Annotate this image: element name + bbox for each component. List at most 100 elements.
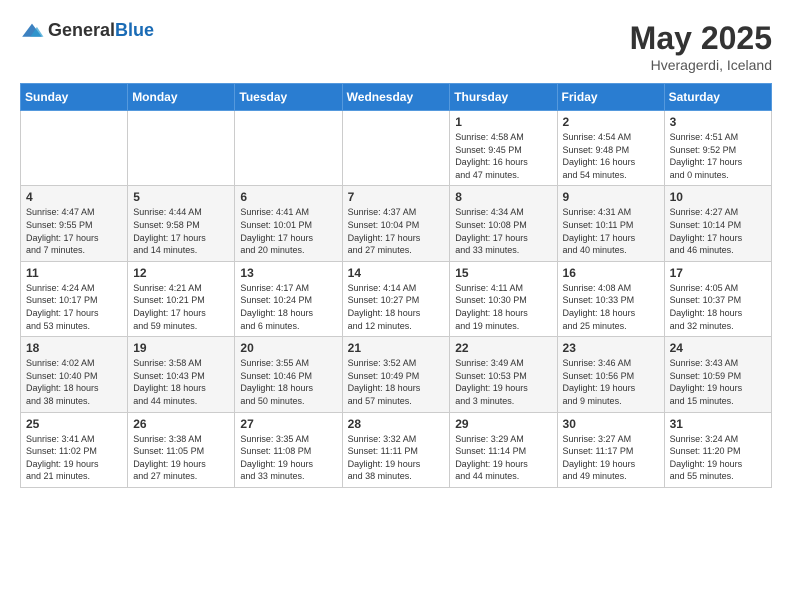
calendar-cell: 20Sunrise: 3:55 AM Sunset: 10:46 PM Dayl… — [235, 337, 342, 412]
calendar-cell: 9 Sunrise: 4:31 AM Sunset: 10:11 PM Dayli… — [557, 186, 664, 261]
day-number: 15 — [455, 266, 551, 280]
day-info: Sunrise: 3:38 AM Sunset: 11:05 PM Daylig… — [133, 433, 229, 483]
day-info: Sunrise: 4:37 AM Sunset: 10:04 PM Daylig… — [348, 206, 445, 256]
day-info: Sunrise: 4:58 AM Sunset: 9:45 PM Dayligh… — [455, 131, 551, 181]
calendar-cell — [342, 111, 450, 186]
calendar-cell: 16Sunrise: 4:08 AM Sunset: 10:33 PM Dayl… — [557, 261, 664, 336]
calendar-cell: 21 Sunrise: 3:52 AM Sunset: 10:49 PM Dayl… — [342, 337, 450, 412]
day-info: Sunrise: 3:46 AM Sunset: 10:56 PM Daylig… — [563, 357, 659, 407]
calendar-cell: 10 Sunrise: 4:27 AM Sunset: 10:14 PM Dayl… — [664, 186, 771, 261]
day-number: 29 — [455, 417, 551, 431]
calendar-cell: 28 Sunrise: 3:32 AM Sunset: 11:11 PM Dayl… — [342, 412, 450, 487]
day-number: 6 — [240, 190, 336, 204]
calendar-cell: 13Sunrise: 4:17 AM Sunset: 10:24 PM Dayl… — [235, 261, 342, 336]
calendar-cell: 27 Sunrise: 3:35 AM Sunset: 11:08 PM Dayl… — [235, 412, 342, 487]
calendar-cell: 29 Sunrise: 3:29 AM Sunset: 11:14 PM Dayl… — [450, 412, 557, 487]
day-info: Sunrise: 3:32 AM Sunset: 11:11 PM Daylig… — [348, 433, 445, 483]
day-number: 28 — [348, 417, 445, 431]
logo-icon — [20, 22, 44, 40]
day-info: Sunrise: 3:29 AM Sunset: 11:14 PM Daylig… — [455, 433, 551, 483]
day-info: Sunrise: 4:11 AM Sunset: 10:30 PM Daylig… — [455, 282, 551, 332]
calendar-cell — [235, 111, 342, 186]
day-info: Sunrise: 3:58 AM Sunset: 10:43 PM Daylig… — [133, 357, 229, 407]
calendar-week-row: 25Sunrise: 3:41 AM Sunset: 11:02 PM Dayl… — [21, 412, 772, 487]
day-info: Sunrise: 4:21 AM Sunset: 10:21 PM Daylig… — [133, 282, 229, 332]
calendar-cell: 17 Sunrise: 4:05 AM Sunset: 10:37 PM Dayl… — [664, 261, 771, 336]
calendar-week-row: 1 Sunrise: 4:58 AM Sunset: 9:45 PM Daylig… — [21, 111, 772, 186]
day-info: Sunrise: 3:49 AM Sunset: 10:53 PM Daylig… — [455, 357, 551, 407]
day-info: Sunrise: 4:05 AM Sunset: 10:37 PM Daylig… — [670, 282, 766, 332]
day-info: Sunrise: 4:31 AM Sunset: 10:11 PM Daylig… — [563, 206, 659, 256]
day-number: 14 — [348, 266, 445, 280]
day-of-week-header: Wednesday — [342, 84, 450, 111]
title-block: May 2025 Hveragerdi, Iceland — [630, 20, 772, 73]
day-info: Sunrise: 3:27 AM Sunset: 11:17 PM Daylig… — [563, 433, 659, 483]
calendar-cell: 22 Sunrise: 3:49 AM Sunset: 10:53 PM Dayl… — [450, 337, 557, 412]
day-number: 22 — [455, 341, 551, 355]
day-info: Sunrise: 4:34 AM Sunset: 10:08 PM Daylig… — [455, 206, 551, 256]
day-number: 2 — [563, 115, 659, 129]
day-number: 9 — [563, 190, 659, 204]
day-of-week-header: Monday — [128, 84, 235, 111]
day-info: Sunrise: 3:43 AM Sunset: 10:59 PM Daylig… — [670, 357, 766, 407]
day-number: 7 — [348, 190, 445, 204]
day-number: 24 — [670, 341, 766, 355]
day-number: 8 — [455, 190, 551, 204]
day-number: 31 — [670, 417, 766, 431]
day-info: Sunrise: 4:08 AM Sunset: 10:33 PM Daylig… — [563, 282, 659, 332]
calendar-cell: 24 Sunrise: 3:43 AM Sunset: 10:59 PM Dayl… — [664, 337, 771, 412]
calendar-table: SundayMondayTuesdayWednesdayThursdayFrid… — [20, 83, 772, 488]
day-info: Sunrise: 4:02 AM Sunset: 10:40 PM Daylig… — [26, 357, 122, 407]
day-number: 18 — [26, 341, 122, 355]
day-number: 23 — [563, 341, 659, 355]
page-header: GeneralBlue May 2025 Hveragerdi, Iceland — [20, 20, 772, 73]
calendar-title: May 2025 — [630, 20, 772, 57]
calendar-cell: 26 Sunrise: 3:38 AM Sunset: 11:05 PM Dayl… — [128, 412, 235, 487]
calendar-cell: 15 Sunrise: 4:11 AM Sunset: 10:30 PM Dayl… — [450, 261, 557, 336]
days-header-row: SundayMondayTuesdayWednesdayThursdayFrid… — [21, 84, 772, 111]
calendar-cell: 4Sunrise: 4:47 AM Sunset: 9:55 PM Daylig… — [21, 186, 128, 261]
calendar-cell: 14Sunrise: 4:14 AM Sunset: 10:27 PM Dayl… — [342, 261, 450, 336]
calendar-cell: 6 Sunrise: 4:41 AM Sunset: 10:01 PM Dayli… — [235, 186, 342, 261]
calendar-cell: 1 Sunrise: 4:58 AM Sunset: 9:45 PM Daylig… — [450, 111, 557, 186]
calendar-subtitle: Hveragerdi, Iceland — [630, 57, 772, 73]
day-info: Sunrise: 4:44 AM Sunset: 9:58 PM Dayligh… — [133, 206, 229, 256]
calendar-cell: 8 Sunrise: 4:34 AM Sunset: 10:08 PM Dayli… — [450, 186, 557, 261]
day-info: Sunrise: 4:54 AM Sunset: 9:48 PM Dayligh… — [563, 131, 659, 181]
calendar-cell: 23 Sunrise: 3:46 AM Sunset: 10:56 PM Dayl… — [557, 337, 664, 412]
day-info: Sunrise: 4:24 AM Sunset: 10:17 PM Daylig… — [26, 282, 122, 332]
day-number: 27 — [240, 417, 336, 431]
day-number: 25 — [26, 417, 122, 431]
day-of-week-header: Tuesday — [235, 84, 342, 111]
day-info: Sunrise: 4:27 AM Sunset: 10:14 PM Daylig… — [670, 206, 766, 256]
day-number: 17 — [670, 266, 766, 280]
day-info: Sunrise: 3:55 AM Sunset: 10:46 PM Daylig… — [240, 357, 336, 407]
calendar-cell: 31Sunrise: 3:24 AM Sunset: 11:20 PM Dayl… — [664, 412, 771, 487]
day-info: Sunrise: 4:47 AM Sunset: 9:55 PM Dayligh… — [26, 206, 122, 256]
calendar-cell: 19 Sunrise: 3:58 AM Sunset: 10:43 PM Dayl… — [128, 337, 235, 412]
day-number: 21 — [348, 341, 445, 355]
day-info: Sunrise: 4:41 AM Sunset: 10:01 PM Daylig… — [240, 206, 336, 256]
day-info: Sunrise: 3:52 AM Sunset: 10:49 PM Daylig… — [348, 357, 445, 407]
day-of-week-header: Friday — [557, 84, 664, 111]
day-number: 26 — [133, 417, 229, 431]
calendar-cell: 25Sunrise: 3:41 AM Sunset: 11:02 PM Dayl… — [21, 412, 128, 487]
day-info: Sunrise: 3:35 AM Sunset: 11:08 PM Daylig… — [240, 433, 336, 483]
logo: GeneralBlue — [20, 20, 154, 41]
calendar-week-row: 11Sunrise: 4:24 AM Sunset: 10:17 PM Dayl… — [21, 261, 772, 336]
calendar-cell: 5 Sunrise: 4:44 AM Sunset: 9:58 PM Daylig… — [128, 186, 235, 261]
calendar-cell: 11Sunrise: 4:24 AM Sunset: 10:17 PM Dayl… — [21, 261, 128, 336]
calendar-cell — [21, 111, 128, 186]
day-number: 13 — [240, 266, 336, 280]
logo-blue-text: Blue — [115, 20, 154, 40]
day-of-week-header: Thursday — [450, 84, 557, 111]
calendar-cell: 3Sunrise: 4:51 AM Sunset: 9:52 PM Daylig… — [664, 111, 771, 186]
day-number: 10 — [670, 190, 766, 204]
day-number: 1 — [455, 115, 551, 129]
calendar-cell: 18 Sunrise: 4:02 AM Sunset: 10:40 PM Dayl… — [21, 337, 128, 412]
day-number: 5 — [133, 190, 229, 204]
day-info: Sunrise: 4:51 AM Sunset: 9:52 PM Dayligh… — [670, 131, 766, 181]
calendar-cell — [128, 111, 235, 186]
day-number: 19 — [133, 341, 229, 355]
day-of-week-header: Sunday — [21, 84, 128, 111]
